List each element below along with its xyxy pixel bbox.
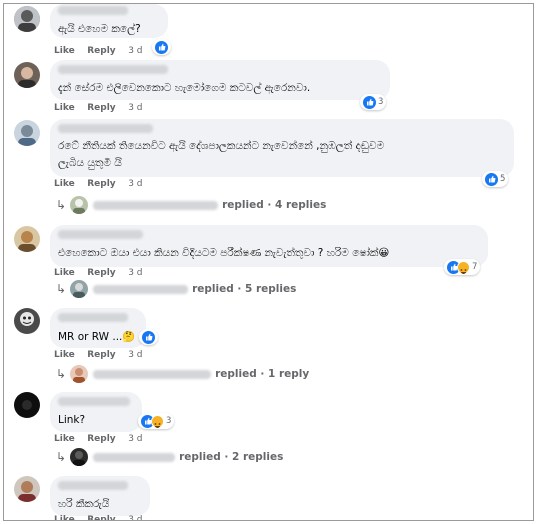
comment-text: හරි කීකරුයි (58, 498, 110, 510)
comment-time[interactable]: 3 d (128, 103, 142, 113)
reply-button[interactable]: Reply (87, 350, 115, 360)
commenter-avatar[interactable] (14, 308, 40, 334)
comment-bubble: MR or RW ...🤔 (50, 308, 146, 348)
replier-avatar (70, 365, 89, 383)
reaction-summary[interactable]: 3 (138, 413, 175, 429)
blurred-commenter-name (58, 65, 168, 74)
replier-avatar (70, 448, 89, 466)
comment-text: ඇයි එහෙම කලේ? (58, 23, 141, 35)
comment-actions: Like Reply 3 d (54, 179, 143, 189)
reaction-count: 3 (166, 416, 172, 426)
reply-button[interactable]: Reply (87, 103, 115, 113)
reaction-count: 3 (378, 97, 384, 107)
comment-time[interactable]: 3 d (128, 434, 142, 444)
blurred-commenter-name (58, 397, 130, 406)
comment-actions: Like Reply 3 d (54, 103, 143, 113)
like-button[interactable]: Like (54, 103, 75, 113)
comment-bubble: Link? (50, 392, 142, 432)
commenter-avatar[interactable] (14, 476, 40, 502)
comment-time[interactable]: 3 d (128, 350, 142, 360)
comment-text: ලැබිය යුතුමී යි (58, 157, 122, 169)
comment-bubble: හරි කීකරුයි (50, 476, 150, 516)
blurred-commenter-name (58, 6, 128, 15)
blurred-replier-name (93, 369, 212, 379)
comment-text: Link? (58, 414, 86, 426)
like-button[interactable]: Like (54, 515, 75, 520)
replier-avatar (70, 196, 89, 214)
like-reaction-icon (142, 330, 155, 344)
haha-reaction-icon (151, 414, 164, 428)
like-button[interactable]: Like (54, 268, 75, 278)
replies-count: replied · 1 reply (215, 368, 310, 380)
reaction-summary[interactable]: 5 (482, 171, 509, 187)
reaction-summary[interactable]: 3 (360, 94, 387, 110)
comments-panel: ඇයි එහෙම කලේ? Like Reply 3 d දැන් සේරම එ… (3, 3, 534, 521)
blurred-commenter-name (58, 124, 153, 133)
like-button[interactable]: Like (54, 46, 75, 56)
reaction-summary[interactable] (139, 329, 158, 345)
blurred-replier-name (93, 284, 189, 294)
reaction-summary[interactable] (152, 39, 171, 55)
replies-count: replied · 4 replies (222, 199, 327, 211)
reply-button[interactable]: Reply (87, 179, 115, 189)
replies-count: replied · 2 replies (179, 451, 284, 463)
comment-bubble: ඇයි එහෙම කලේ? (50, 4, 168, 38)
commenter-avatar[interactable] (14, 120, 40, 146)
like-button[interactable]: Like (54, 350, 75, 360)
reaction-count: 7 (472, 262, 478, 272)
reply-arrow-icon: ↳ (56, 198, 67, 212)
blurred-commenter-name (58, 313, 128, 322)
commenter-avatar[interactable] (14, 6, 40, 32)
reply-button[interactable]: Reply (87, 515, 115, 520)
comment-actions: Like Reply 3 d (54, 515, 143, 520)
reply-button[interactable]: Reply (87, 434, 115, 444)
reply-button[interactable]: Reply (87, 268, 115, 278)
blurred-replier-name (93, 452, 176, 462)
like-reaction-icon (485, 172, 498, 186)
haha-reaction-icon (457, 260, 470, 274)
commenter-avatar[interactable] (14, 226, 40, 252)
view-replies-link[interactable]: ↳ replied · 1 reply (56, 365, 309, 383)
comment-text: රටේ නීතියක් තියෙනවිට ඇයි දේශපාලකයන්ට නැව… (58, 140, 385, 152)
commenter-avatar[interactable] (14, 62, 40, 88)
reaction-summary[interactable]: 7 (444, 259, 481, 275)
view-replies-link[interactable]: ↳ replied · 4 replies (56, 196, 326, 214)
reaction-count: 5 (500, 174, 506, 184)
comment-text: MR or RW ...🤔 (58, 331, 136, 343)
comment-time[interactable]: 3 d (128, 179, 142, 189)
comment-bubble: දැන් සේරම එලිවෙනකොට හැමෝගෙම කටවල් ඇරෙනවා… (50, 60, 390, 100)
comment-actions: Like Reply 3 d (54, 46, 143, 56)
reply-button[interactable]: Reply (87, 46, 115, 56)
blurred-commenter-name (58, 481, 128, 490)
view-replies-link[interactable]: ↳ replied · 2 replies (56, 448, 283, 466)
blurred-replier-name (93, 200, 219, 210)
commenter-avatar[interactable] (14, 392, 40, 418)
view-replies-link[interactable]: ↳ replied · 5 replies (56, 280, 296, 298)
like-reaction-icon (155, 40, 168, 54)
replies-count: replied · 5 replies (192, 283, 297, 295)
comment-time[interactable]: 3 d (128, 46, 142, 56)
like-reaction-icon (363, 95, 376, 109)
comment-actions: Like Reply 3 d (54, 268, 143, 278)
comment-text: දැන් සේරම එලිවෙනකොට හැමෝගෙම කටවල් ඇරෙනවා… (58, 82, 311, 94)
like-button[interactable]: Like (54, 179, 75, 189)
comment-bubble: රටේ නීතියක් තියෙනවිට ඇයි දේශපාලකයන්ට නැව… (50, 119, 514, 177)
reply-arrow-icon: ↳ (56, 450, 67, 464)
reply-arrow-icon: ↳ (56, 282, 67, 296)
reply-arrow-icon: ↳ (56, 367, 67, 381)
comment-time[interactable]: 3 d (128, 515, 142, 520)
comment-time[interactable]: 3 d (128, 268, 142, 278)
like-button[interactable]: Like (54, 434, 75, 444)
comment-actions: Like Reply 3 d (54, 350, 143, 360)
comment-bubble: එහෙකොට ඔයා එයා කියන විදියටම පරීක්ෂණ නැවැ… (50, 225, 488, 267)
blurred-commenter-name (58, 230, 143, 239)
replier-avatar (70, 280, 89, 298)
comment-actions: Like Reply 3 d (54, 434, 143, 444)
comment-text: එහෙකොට ඔයා එයා කියන විදියටම පරීක්ෂණ නැවැ… (58, 247, 390, 259)
